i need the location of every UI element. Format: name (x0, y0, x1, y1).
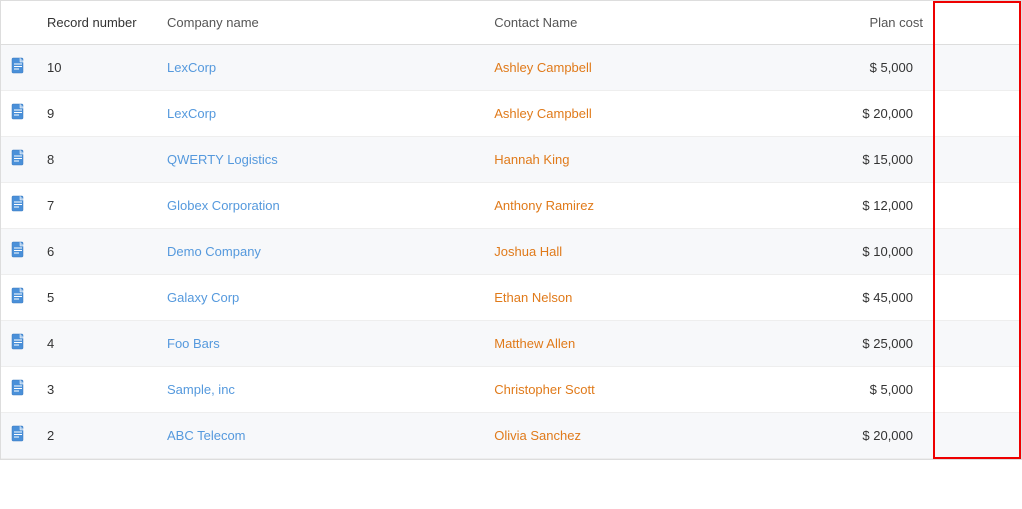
plan-cost-cell: $ 25,000 (734, 321, 933, 367)
table-row: 5 Galaxy Corp Ethan Nelson $ 45,000 (1, 275, 1021, 321)
main-table-container: Record number Company name Contact Name … (0, 0, 1022, 460)
contact-link[interactable]: Hannah King (494, 152, 569, 167)
document-icon (11, 201, 27, 216)
company-name-cell: Demo Company (157, 229, 484, 275)
record-number-cell: 10 (37, 45, 157, 91)
company-name-cell: Sample, inc (157, 367, 484, 413)
document-icon (11, 155, 27, 170)
company-name-cell: Galaxy Corp (157, 275, 484, 321)
company-name-cell: LexCorp (157, 91, 484, 137)
table-row: 10 LexCorp Ashley Campbell $ 5,000 (1, 45, 1021, 91)
table-row: 7 Globex Corporation Anthony Ramirez $ 12,0… (1, 183, 1021, 229)
table-row: 9 LexCorp Ashley Campbell $ 20,000 (1, 91, 1021, 137)
document-icon (11, 339, 27, 354)
record-number-cell: 5 (37, 275, 157, 321)
contact-link[interactable]: Ashley Campbell (494, 60, 592, 75)
company-link[interactable]: Sample, inc (167, 382, 235, 397)
contact-link[interactable]: Ashley Campbell (494, 106, 592, 121)
contact-name-cell: Christopher Scott (484, 367, 734, 413)
company-link[interactable]: Foo Bars (167, 336, 220, 351)
contact-name-cell: Matthew Allen (484, 321, 734, 367)
document-icon (11, 431, 27, 446)
company-name-cell: Globex Corporation (157, 183, 484, 229)
row-icon-cell (1, 91, 37, 137)
document-icon (11, 293, 27, 308)
table-row: 4 Foo Bars Matthew Allen $ 25,000 (1, 321, 1021, 367)
company-name-cell: ABC Telecom (157, 413, 484, 459)
contact-link[interactable]: Anthony Ramirez (494, 198, 594, 213)
extra-col-cell (933, 183, 1021, 229)
extra-col-cell (933, 91, 1021, 137)
record-number-cell: 6 (37, 229, 157, 275)
extra-col-cell (933, 45, 1021, 91)
contact-link[interactable]: Olivia Sanchez (494, 428, 581, 443)
table-row: 3 Sample, inc Christopher Scott $ 5,000 (1, 367, 1021, 413)
company-link[interactable]: Demo Company (167, 244, 261, 259)
company-link[interactable]: QWERTY Logistics (167, 152, 278, 167)
plan-cost-cell: $ 12,000 (734, 183, 933, 229)
company-link[interactable]: LexCorp (167, 60, 216, 75)
document-icon (11, 385, 27, 400)
extra-col-cell (933, 229, 1021, 275)
row-icon-cell (1, 229, 37, 275)
document-icon (11, 109, 27, 124)
company-name-cell: LexCorp (157, 45, 484, 91)
table-row: 2 ABC Telecom Olivia Sanchez $ 20,000 (1, 413, 1021, 459)
plan-cost-cell: $ 5,000 (734, 367, 933, 413)
company-link[interactable]: ABC Telecom (167, 428, 246, 443)
contact-link[interactable]: Matthew Allen (494, 336, 575, 351)
contact-name-cell: Ethan Nelson (484, 275, 734, 321)
company-link[interactable]: Galaxy Corp (167, 290, 239, 305)
record-number-cell: 3 (37, 367, 157, 413)
records-table: Record number Company name Contact Name … (1, 1, 1021, 459)
extra-col-cell (933, 137, 1021, 183)
company-name-cell: QWERTY Logistics (157, 137, 484, 183)
row-icon-cell (1, 413, 37, 459)
header-contact-name: Contact Name (484, 1, 734, 45)
header-company-name: Company name (157, 1, 484, 45)
header-record-number: Record number (37, 1, 157, 45)
contact-name-cell: Joshua Hall (484, 229, 734, 275)
plan-cost-cell: $ 15,000 (734, 137, 933, 183)
contact-link[interactable]: Ethan Nelson (494, 290, 572, 305)
plan-cost-cell: $ 10,000 (734, 229, 933, 275)
contact-name-cell: Ashley Campbell (484, 45, 734, 91)
extra-col-cell (933, 413, 1021, 459)
row-icon-cell (1, 137, 37, 183)
company-link[interactable]: LexCorp (167, 106, 216, 121)
extra-col-cell (933, 367, 1021, 413)
company-link[interactable]: Globex Corporation (167, 198, 280, 213)
record-number-cell: 9 (37, 91, 157, 137)
document-icon (11, 247, 27, 262)
contact-name-cell: Ashley Campbell (484, 91, 734, 137)
header-plan-cost: Plan cost (734, 1, 933, 45)
row-icon-cell (1, 183, 37, 229)
record-number-cell: 8 (37, 137, 157, 183)
row-icon-cell (1, 45, 37, 91)
record-number-cell: 4 (37, 321, 157, 367)
plan-cost-cell: $ 45,000 (734, 275, 933, 321)
contact-name-cell: Anthony Ramirez (484, 183, 734, 229)
document-icon (11, 63, 27, 78)
record-number-cell: 2 (37, 413, 157, 459)
table-header-row: Record number Company name Contact Name … (1, 1, 1021, 45)
extra-col-cell (933, 321, 1021, 367)
table-row: 6 Demo Company Joshua Hall $ 10,000 (1, 229, 1021, 275)
contact-name-cell: Olivia Sanchez (484, 413, 734, 459)
header-icon-col (1, 1, 37, 45)
row-icon-cell (1, 321, 37, 367)
plan-cost-cell: $ 5,000 (734, 45, 933, 91)
contact-link[interactable]: Christopher Scott (494, 382, 594, 397)
plan-cost-cell: $ 20,000 (734, 413, 933, 459)
row-icon-cell (1, 275, 37, 321)
contact-name-cell: Hannah King (484, 137, 734, 183)
company-name-cell: Foo Bars (157, 321, 484, 367)
plan-cost-cell: $ 20,000 (734, 91, 933, 137)
header-extra-col (933, 1, 1021, 45)
extra-col-cell (933, 275, 1021, 321)
row-icon-cell (1, 367, 37, 413)
contact-link[interactable]: Joshua Hall (494, 244, 562, 259)
record-number-cell: 7 (37, 183, 157, 229)
table-row: 8 QWERTY Logistics Hannah King $ 15,000 (1, 137, 1021, 183)
